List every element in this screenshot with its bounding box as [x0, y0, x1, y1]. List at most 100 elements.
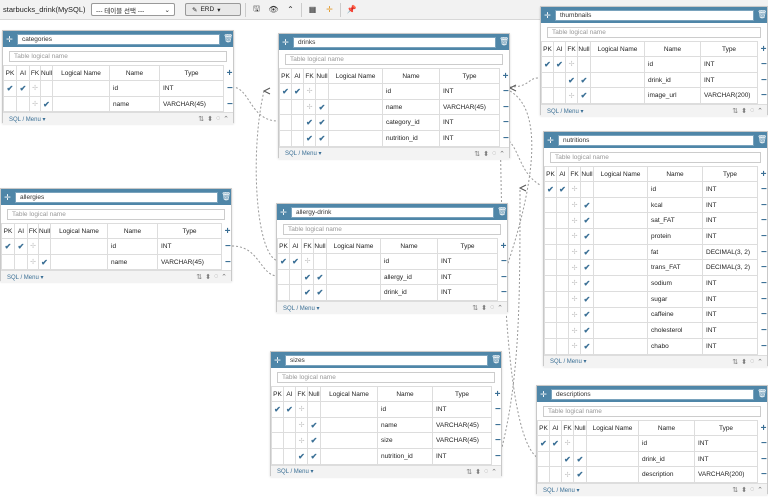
- erd-button[interactable]: ✎ ERD ▾: [185, 3, 241, 16]
- check-icon[interactable]: ✔: [559, 185, 566, 194]
- check-icon[interactable]: ✔: [556, 60, 563, 69]
- sort-icon[interactable]: ⇅: [732, 486, 738, 494]
- drag-icon[interactable]: ✢: [307, 104, 313, 111]
- drag-icon[interactable]: ✢: [569, 61, 575, 68]
- column-name[interactable]: name: [377, 416, 433, 434]
- sql-menu-button[interactable]: SQL / Menu ▾: [550, 358, 586, 365]
- column-name[interactable]: id: [107, 238, 158, 255]
- column-type[interactable]: INT: [702, 228, 758, 245]
- check-icon[interactable]: ✔: [274, 405, 281, 414]
- add-column-icon[interactable]: +: [758, 167, 768, 182]
- check-icon[interactable]: ✔: [292, 257, 299, 266]
- sort-icon[interactable]: ⇅: [466, 468, 472, 476]
- remove-column-icon[interactable]: −: [758, 291, 768, 307]
- collapse-icon[interactable]: ⌃: [221, 273, 227, 281]
- column-type[interactable]: VARCHAR(45): [432, 432, 492, 450]
- table-row[interactable]: ✢ ✔ protein INT −: [544, 228, 768, 245]
- column-type[interactable]: VARCHAR(200): [694, 466, 758, 484]
- column-name[interactable]: kcal: [647, 196, 703, 214]
- remove-column-icon[interactable]: −: [758, 244, 768, 260]
- column-type[interactable]: INT: [432, 401, 492, 418]
- column-name[interactable]: caffeine: [647, 306, 703, 324]
- add-column-icon[interactable]: +: [758, 421, 768, 436]
- remove-column-icon[interactable]: −: [224, 96, 236, 112]
- table-row[interactable]: ✔ ✔ ✢ id INT −: [1, 238, 234, 255]
- save-icon[interactable]: 🖫: [250, 3, 263, 16]
- add-column-icon[interactable]: +: [224, 66, 236, 81]
- table-row[interactable]: ✢ ✔ caffeine INT −: [544, 306, 768, 324]
- drag-icon[interactable]: ✢: [565, 472, 571, 479]
- check-icon[interactable]: ✔: [286, 405, 293, 414]
- table-select[interactable]: --- 테이블 선택 --- ⌄: [91, 3, 175, 16]
- comment-icon[interactable]: ◌: [484, 468, 488, 476]
- updown-icon[interactable]: ⬍: [483, 150, 489, 158]
- column-name[interactable]: id: [380, 253, 438, 270]
- table-logical-input[interactable]: Table logical name: [547, 27, 761, 38]
- table-row[interactable]: ✔ ✔ category_id INT −: [279, 114, 512, 132]
- check-icon[interactable]: ✔: [577, 470, 584, 479]
- table-row[interactable]: ✢ ✔ kcal INT −: [544, 196, 768, 214]
- check-icon[interactable]: ✔: [581, 76, 588, 85]
- table-row[interactable]: ✢ ✔ sugar INT −: [544, 290, 768, 308]
- sort-icon[interactable]: ⇅: [732, 107, 738, 115]
- sql-menu-button[interactable]: SQL / Menu ▾: [543, 487, 579, 494]
- column-name[interactable]: drink_id: [380, 284, 438, 302]
- sort-icon[interactable]: ⇅: [732, 358, 738, 366]
- column-type[interactable]: VARCHAR(45): [159, 95, 224, 113]
- move-icon[interactable]: ✛: [543, 11, 552, 20]
- column-type[interactable]: INT: [432, 448, 492, 465]
- table-row[interactable]: ✢ ✔ sat_FAT INT −: [544, 212, 768, 230]
- check-icon[interactable]: ✔: [584, 216, 591, 225]
- column-type[interactable]: INT: [702, 181, 758, 198]
- table-name-input[interactable]: categories: [17, 33, 220, 45]
- table-logical-input[interactable]: Table logical name: [9, 51, 227, 62]
- collapse-icon[interactable]: ⌃: [497, 304, 503, 312]
- sql-menu-button[interactable]: SQL / Menu ▾: [285, 150, 321, 157]
- remove-column-icon[interactable]: −: [758, 72, 768, 88]
- remove-column-icon[interactable]: −: [222, 254, 234, 270]
- check-icon[interactable]: ✔: [584, 342, 591, 351]
- column-name[interactable]: fat: [647, 243, 703, 261]
- table-row[interactable]: ✔ ✔ ✢ id INT −: [541, 56, 768, 73]
- pin-icon[interactable]: 📌: [345, 3, 358, 16]
- drag-icon[interactable]: ✢: [572, 343, 578, 350]
- drag-icon[interactable]: ✢: [572, 202, 578, 209]
- check-icon[interactable]: ✔: [311, 436, 318, 445]
- table-sizes[interactable]: ✛ sizes 🗑 Table logical name PK AI FK Null Log…: [270, 351, 504, 478]
- drag-icon[interactable]: ✢: [572, 280, 578, 287]
- updown-icon[interactable]: ⬍: [475, 468, 481, 476]
- table-logical-input[interactable]: Table logical name: [7, 209, 225, 220]
- drag-icon[interactable]: ✢: [572, 328, 578, 335]
- remove-column-icon[interactable]: −: [492, 449, 504, 465]
- move-icon[interactable]: ✛: [281, 38, 290, 47]
- check-icon[interactable]: ✔: [5, 242, 12, 251]
- check-icon[interactable]: ✔: [584, 263, 591, 272]
- remove-column-icon[interactable]: −: [758, 213, 768, 229]
- updown-icon[interactable]: ⬍: [207, 115, 213, 123]
- check-icon[interactable]: ✔: [306, 118, 313, 127]
- updown-icon[interactable]: ⬍: [741, 107, 747, 115]
- check-icon[interactable]: ✔: [584, 201, 591, 210]
- column-name[interactable]: description: [638, 466, 695, 484]
- column-name[interactable]: cholesterol: [647, 322, 703, 339]
- check-icon[interactable]: ✔: [584, 326, 591, 335]
- check-icon[interactable]: ✔: [584, 279, 591, 288]
- column-name[interactable]: id: [647, 181, 703, 198]
- table-row[interactable]: ✢ ✔ cholesterol INT −: [544, 322, 768, 339]
- column-type[interactable]: INT: [702, 196, 758, 214]
- check-icon[interactable]: ✔: [319, 118, 326, 127]
- table-name-input[interactable]: descriptions: [551, 388, 754, 400]
- drag-icon[interactable]: ✢: [572, 233, 578, 240]
- trash-icon[interactable]: 🗑: [757, 10, 767, 20]
- table-thumbnails[interactable]: ✛ thumbnails 🗑 Table logical name PK AI FK Nu…: [540, 6, 768, 118]
- table-row[interactable]: ✢ ✔ description VARCHAR(200) −: [537, 466, 768, 484]
- table-logical-input[interactable]: Table logical name: [285, 54, 503, 65]
- table-logical-input[interactable]: Table logical name: [543, 406, 761, 417]
- table-row[interactable]: ✢ ✔ sodium INT −: [544, 275, 768, 292]
- table-logical-input[interactable]: Table logical name: [550, 152, 761, 163]
- move-icon[interactable]: ✛: [539, 390, 548, 399]
- chevron-up-icon[interactable]: ⌃: [284, 3, 297, 16]
- remove-column-icon[interactable]: −: [500, 131, 512, 147]
- check-icon[interactable]: ✔: [577, 455, 584, 464]
- sql-menu-button[interactable]: SQL / Menu ▾: [283, 305, 319, 312]
